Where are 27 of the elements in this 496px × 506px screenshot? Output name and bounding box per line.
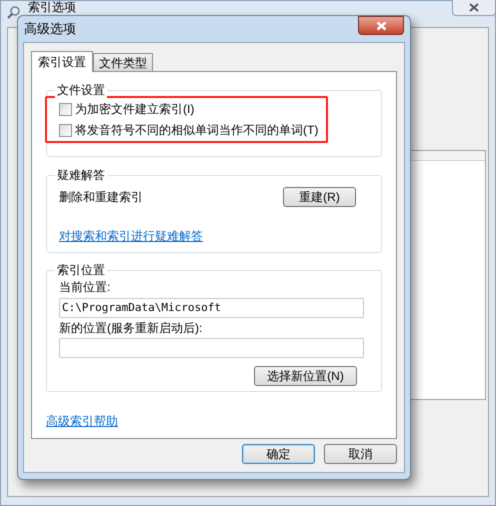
close-icon <box>376 20 386 30</box>
dialog-title: 高级选项 <box>24 20 76 38</box>
group-title: 文件设置 <box>55 82 107 98</box>
field-label: 新的位置(服务重新启动后): <box>59 320 204 336</box>
dialog-button[interactable]: 选择新位置(N) <box>254 366 357 386</box>
checkbox[interactable] <box>59 102 72 116</box>
new-location-field[interactable] <box>59 338 364 358</box>
window-title: 索引选项 <box>28 0 76 14</box>
checkbox-label: 为加密文件建立索引(I) <box>75 101 194 117</box>
checkbox[interactable] <box>59 124 72 136</box>
troubleshoot-link[interactable]: 对搜索和索引进行疑难解答 <box>59 227 203 245</box>
field-label: 当前位置: <box>59 279 112 295</box>
group-title: 疑难解答 <box>55 167 107 183</box>
checkbox-label: 将发音符号不同的相似单词当作不同的单词(T) <box>75 122 318 138</box>
tab[interactable]: 索引设置 <box>31 51 93 72</box>
description-text: 删除和重建索引 <box>59 189 143 206</box>
dialog-button[interactable]: 重建(R) <box>283 187 356 207</box>
dialog-button[interactable]: 确定 <box>242 444 315 464</box>
help-link[interactable]: 高级索引帮助 <box>46 412 118 430</box>
dialog-button[interactable]: 取消 <box>324 444 397 464</box>
search-icon <box>7 5 21 19</box>
close-button[interactable] <box>452 0 496 16</box>
tab[interactable]: 文件类型 <box>93 53 153 71</box>
group-title: 索引位置 <box>55 262 107 278</box>
location-field[interactable]: C:\ProgramData\Microsoft <box>59 298 364 318</box>
close-icon <box>469 2 479 12</box>
close-button[interactable] <box>358 16 404 35</box>
